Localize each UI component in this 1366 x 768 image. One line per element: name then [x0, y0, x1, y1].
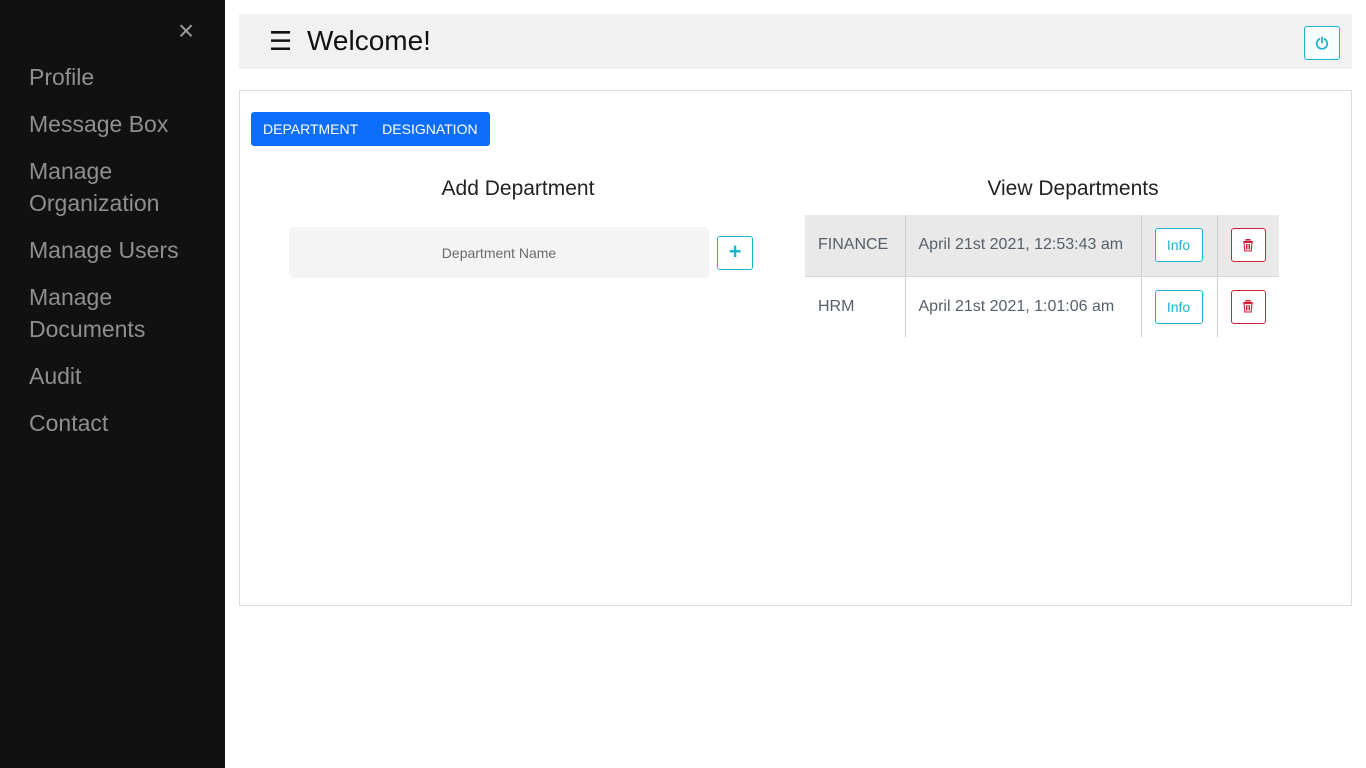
top-header: ☰ Welcome!: [239, 14, 1352, 69]
sidebar-item-contact[interactable]: Contact: [29, 406, 219, 453]
logout-button[interactable]: [1304, 26, 1340, 60]
tab-group: DEPARTMENT DESIGNATION: [251, 112, 490, 146]
sidebar: × Profile Message Box Manage Organizatio…: [0, 0, 225, 768]
tab-designation[interactable]: DESIGNATION: [370, 112, 489, 146]
created-date-cell: April 21st 2021, 1:01:06 am: [904, 276, 1142, 337]
power-icon: [1315, 36, 1329, 50]
department-name-cell: HRM: [818, 297, 855, 315]
delete-button[interactable]: [1230, 289, 1266, 324]
info-button[interactable]: Info: [1154, 289, 1203, 324]
trash-icon: [1243, 300, 1253, 313]
delete-cell: [1217, 215, 1279, 277]
trash-icon: [1243, 238, 1253, 252]
department-name-cell: FINANCE: [805, 215, 905, 277]
sidebar-item-manage-users[interactable]: Manage Users: [29, 233, 219, 280]
view-departments-heading: View Departments: [987, 177, 1159, 200]
sidebar-item-manage-documents[interactable]: Manage Documents: [29, 280, 219, 359]
created-date-cell: April 21st 2021, 12:53:43 am: [904, 215, 1142, 277]
plus-icon: +: [728, 239, 742, 264]
info-cell: Info: [1141, 215, 1218, 277]
sidebar-item-audit[interactable]: Audit: [29, 359, 219, 406]
table-row: HRM April 21st 2021, 1:01:06 am Info: [805, 276, 1279, 337]
page-title: Welcome!: [307, 25, 431, 56]
hamburger-menu-icon[interactable]: ☰: [269, 24, 292, 58]
tab-department[interactable]: DEPARTMENT: [251, 112, 370, 146]
sidebar-nav: Profile Message Box Manage Organization …: [29, 60, 219, 453]
info-button[interactable]: Info: [1154, 228, 1203, 263]
delete-cell: [1217, 276, 1279, 337]
department-card: DEPARTMENT DESIGNATION Add Department + …: [239, 90, 1352, 606]
department-name-input[interactable]: [289, 227, 709, 278]
sidebar-item-manage-organization[interactable]: Manage Organization: [29, 154, 219, 233]
sidebar-item-profile[interactable]: Profile: [29, 60, 219, 107]
add-department-button[interactable]: +: [717, 236, 753, 270]
departments-table: FINANCE April 21st 2021, 12:53:43 am Inf…: [805, 215, 1279, 337]
sidebar-item-message-box[interactable]: Message Box: [29, 107, 219, 154]
delete-button[interactable]: [1230, 228, 1266, 263]
close-sidebar-icon[interactable]: ×: [176, 17, 196, 45]
add-department-heading: Add Department: [441, 177, 595, 200]
table-row: FINANCE April 21st 2021, 12:53:43 am Inf…: [805, 215, 1279, 277]
info-cell: Info: [1141, 276, 1218, 337]
